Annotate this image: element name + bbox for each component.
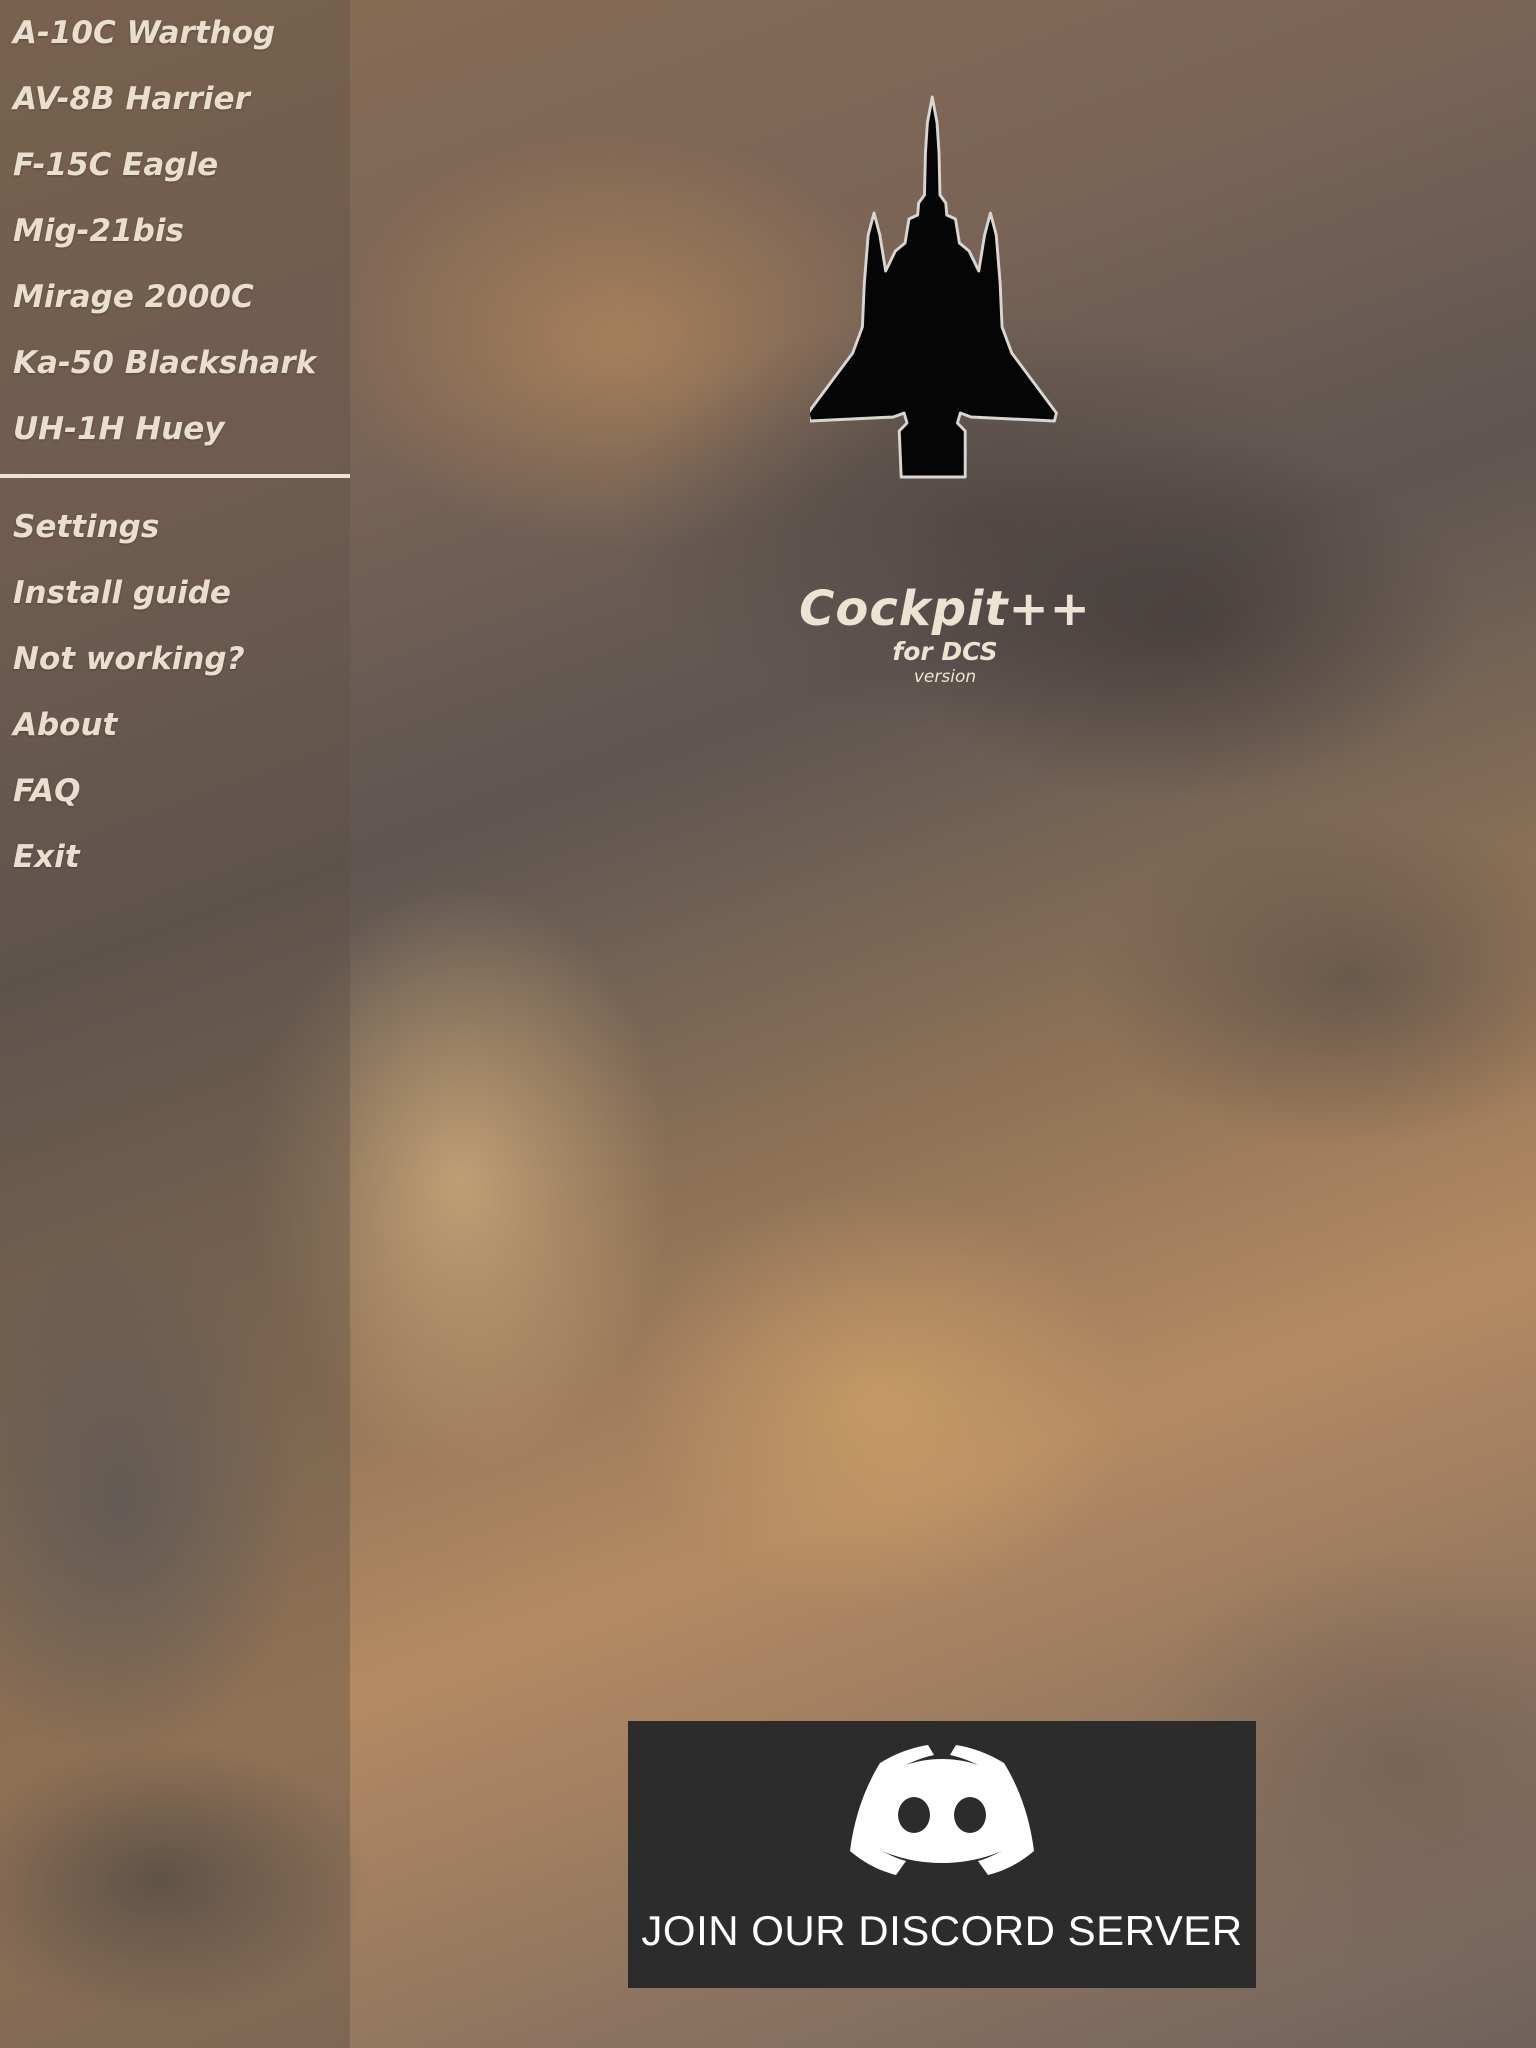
app-subtitle: for DCS [892, 637, 998, 666]
discord-label: JOIN OUR DISCORD SERVER [641, 1907, 1243, 1954]
menu-item-install-guide[interactable]: Install guide [0, 560, 350, 626]
menu-divider [0, 474, 350, 478]
menu-item-not-working[interactable]: Not working? [0, 626, 350, 692]
menu-item-about[interactable]: About [0, 692, 350, 758]
menu-item-mig21[interactable]: Mig-21bis [0, 198, 350, 264]
aircraft-menu: A-10C Warthog AV-8B Harrier F-15C Eagle … [0, 0, 350, 462]
menu-item-mirage2000c[interactable]: Mirage 2000C [0, 264, 350, 330]
menu-item-ka50[interactable]: Ka-50 Blackshark [0, 330, 350, 396]
discord-logo-icon [850, 1745, 1034, 1875]
app-title-block: Cockpit++ for DCS version [700, 580, 1190, 688]
options-menu: Settings Install guide Not working? Abou… [0, 494, 350, 890]
menu-item-f15c[interactable]: F-15C Eagle [0, 132, 350, 198]
menu-item-a10c[interactable]: A-10C Warthog [0, 0, 350, 66]
app-title: Cockpit++ [799, 581, 1091, 637]
menu-item-uh1h[interactable]: UH-1H Huey [0, 396, 350, 462]
sidebar: A-10C Warthog AV-8B Harrier F-15C Eagle … [0, 0, 350, 2048]
menu-item-av8b[interactable]: AV-8B Harrier [0, 66, 350, 132]
jet-silhouette-icon [810, 95, 1058, 479]
discord-banner-button[interactable]: JOIN OUR DISCORD SERVER [628, 1721, 1256, 1988]
menu-item-settings[interactable]: Settings [0, 494, 350, 560]
menu-item-faq[interactable]: FAQ [0, 758, 350, 824]
app-version: version [913, 667, 977, 687]
menu-item-exit[interactable]: Exit [0, 824, 350, 890]
